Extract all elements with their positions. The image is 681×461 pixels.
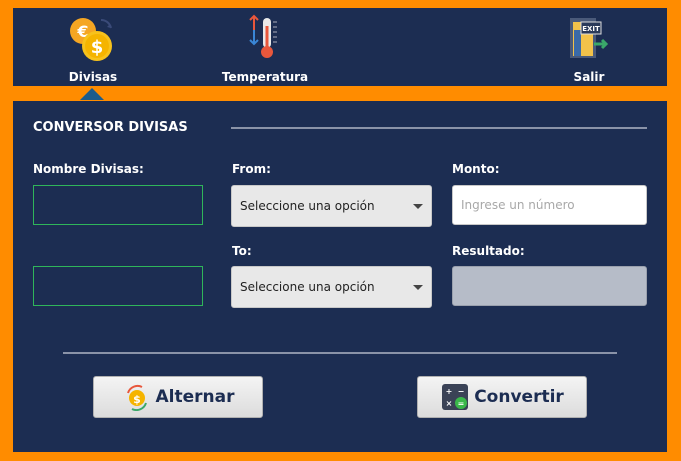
top-nav-bar: € $ Divisas Temperatura EXIT Salir bbox=[13, 8, 667, 86]
nav-divisas[interactable]: € $ Divisas bbox=[53, 8, 133, 86]
exit-door-icon: EXIT bbox=[570, 18, 609, 58]
nav-salir[interactable]: EXIT Salir bbox=[549, 8, 629, 86]
chevron-down-icon bbox=[413, 204, 423, 209]
title-divider bbox=[231, 127, 647, 129]
monto-input[interactable] bbox=[452, 185, 647, 225]
from-select-value: Seleccione una opción bbox=[240, 199, 375, 213]
svg-text:−: − bbox=[458, 387, 465, 396]
alternar-button[interactable]: $ Alternar bbox=[93, 376, 263, 418]
from-label: From: bbox=[232, 162, 271, 176]
svg-text:=: = bbox=[458, 399, 465, 408]
svg-text:EXIT: EXIT bbox=[582, 25, 600, 33]
convertir-label: Convertir bbox=[474, 387, 564, 407]
nav-salir-label: Salir bbox=[573, 70, 605, 84]
converter-panel: CONVERSOR DIVISAS Nombre Divisas: From: … bbox=[13, 101, 667, 452]
monto-label: Monto: bbox=[452, 162, 500, 176]
alternar-label: Alternar bbox=[155, 387, 235, 407]
svg-text:$: $ bbox=[133, 393, 141, 406]
panel-title: CONVERSOR DIVISAS bbox=[33, 120, 188, 135]
svg-text:+: + bbox=[446, 387, 453, 396]
nav-divisas-label: Divisas bbox=[68, 70, 118, 84]
nombre-from-field bbox=[33, 185, 203, 225]
bottom-divider bbox=[63, 352, 617, 354]
nav-temperatura[interactable]: Temperatura bbox=[213, 8, 317, 86]
calculator-icon: + − × = bbox=[442, 384, 469, 410]
nombre-divisas-label: Nombre Divisas: bbox=[33, 162, 144, 176]
to-label: To: bbox=[232, 244, 252, 258]
resultado-label: Resultado: bbox=[452, 244, 525, 258]
currency-exchange-icon: € $ bbox=[70, 18, 112, 61]
swap-coin-icon: $ bbox=[126, 384, 147, 411]
svg-text:×: × bbox=[446, 399, 453, 408]
to-select-value: Seleccione una opción bbox=[240, 280, 375, 294]
thermometer-icon bbox=[249, 14, 277, 58]
nav-temperatura-label: Temperatura bbox=[221, 70, 309, 84]
to-currency-select[interactable]: Seleccione una opción bbox=[231, 266, 432, 308]
svg-text:$: $ bbox=[91, 37, 104, 58]
chevron-down-icon bbox=[413, 285, 423, 290]
from-currency-select[interactable]: Seleccione una opción bbox=[231, 185, 432, 227]
convertir-button[interactable]: + − × = Convertir bbox=[417, 376, 587, 418]
active-tab-indicator bbox=[80, 88, 104, 100]
nombre-to-field bbox=[33, 266, 203, 306]
resultado-field bbox=[452, 266, 647, 306]
